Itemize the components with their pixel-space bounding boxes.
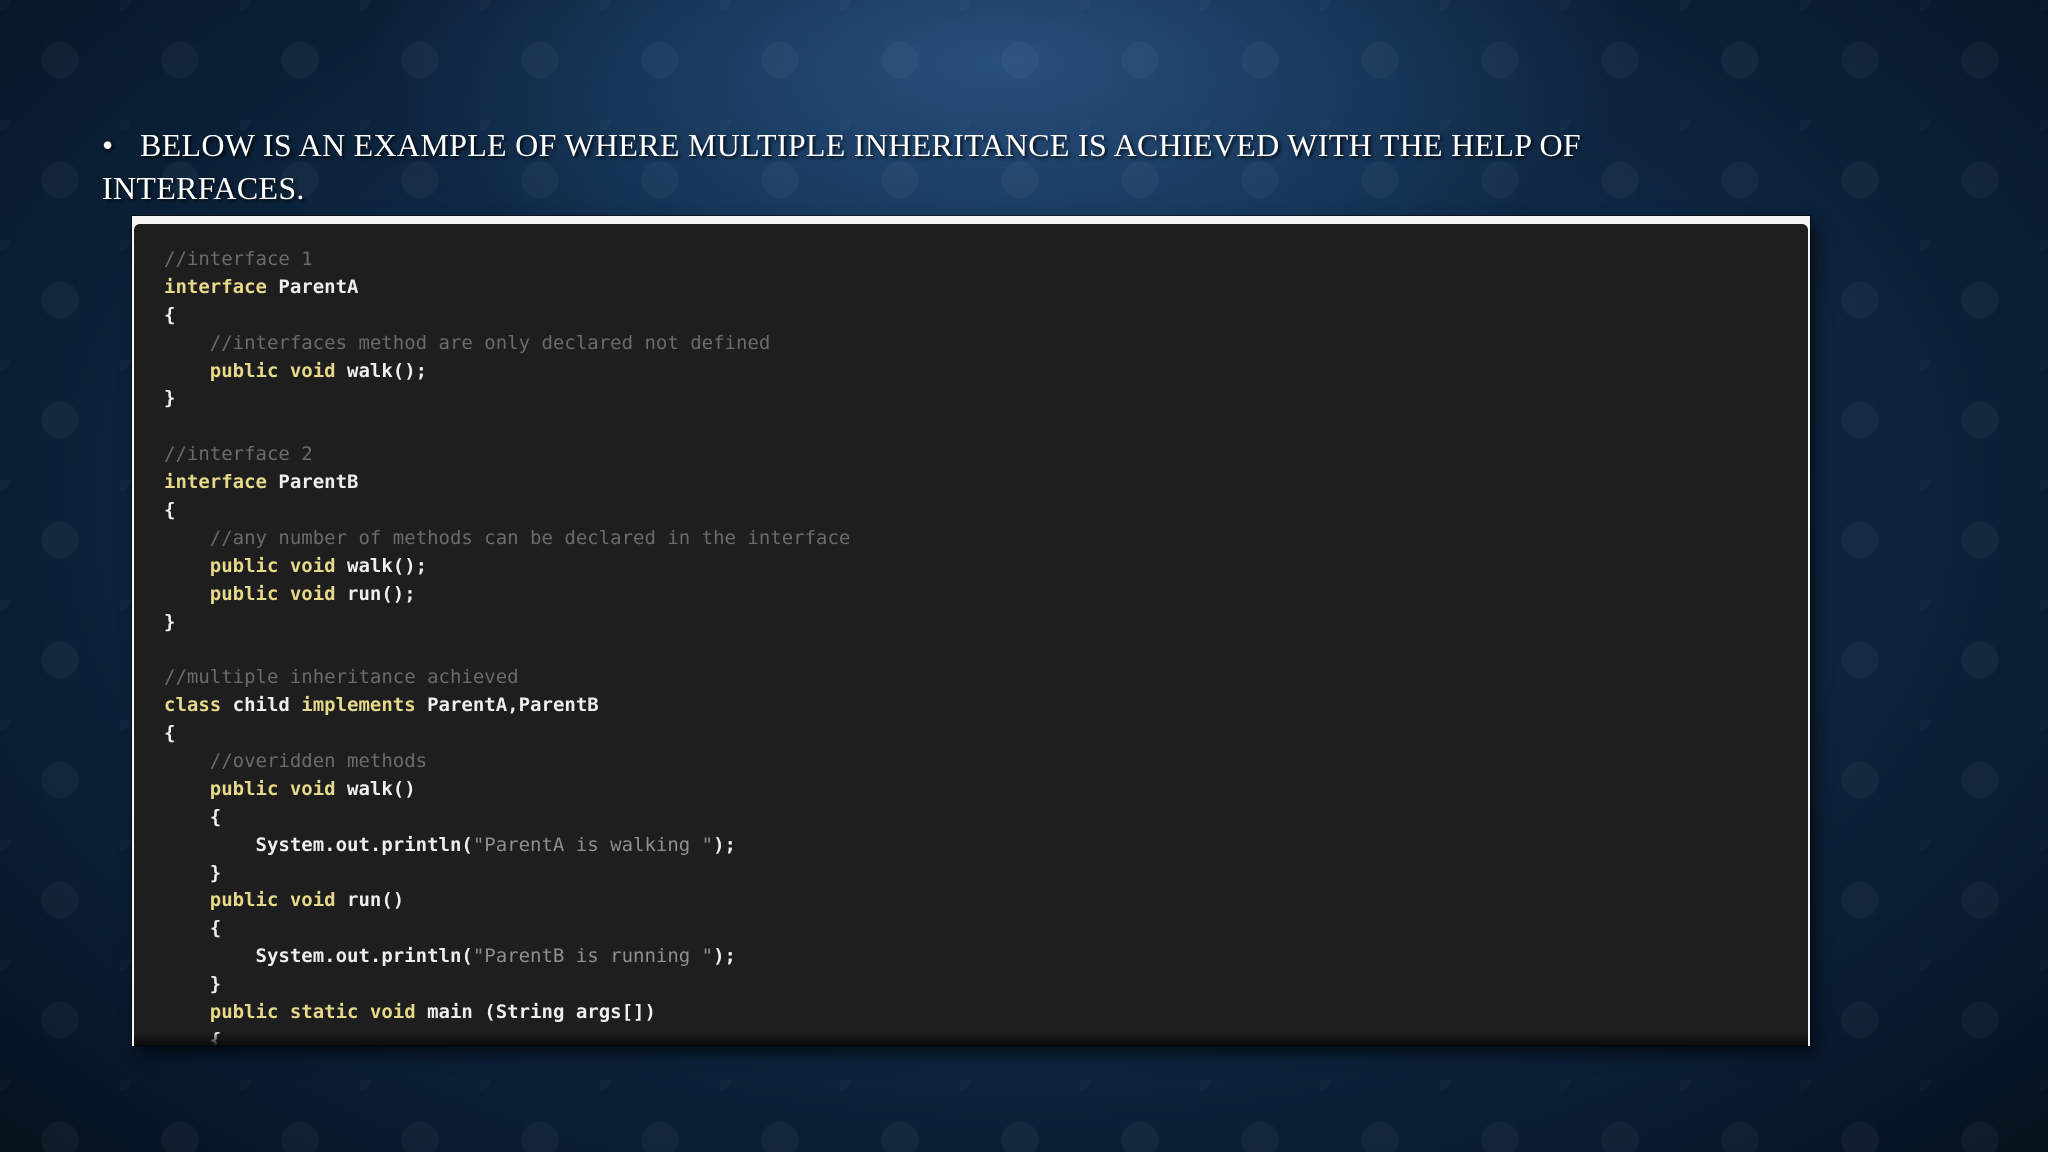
code-keyword: public static void bbox=[209, 1001, 416, 1024]
code-text: System.out.println( bbox=[164, 945, 473, 968]
code-text: walk(); bbox=[335, 359, 428, 382]
code-line: //interface 1 bbox=[164, 246, 850, 274]
code-line: } bbox=[164, 860, 850, 888]
code-keyword: implements bbox=[301, 694, 416, 717]
code-text: { bbox=[164, 805, 222, 828]
slide-bullet-text: • BELOW IS AN EXAMPLE OF WHERE MULTIPLE I… bbox=[102, 124, 1702, 210]
code-line: //multiple inheritance achieved bbox=[164, 664, 850, 692]
bullet-text-line-2: INTERFACES. bbox=[102, 170, 305, 206]
code-screenshot-frame: //interface 1 interface ParentA{ //interf… bbox=[132, 216, 1810, 1046]
code-keyword: interface bbox=[164, 471, 267, 494]
code-line: //interface 2 bbox=[164, 441, 850, 469]
code-text: { bbox=[164, 303, 176, 326]
bullet-symbol: • bbox=[102, 127, 114, 163]
code-comment: //any number of methods can be declared … bbox=[209, 526, 851, 549]
code-line: } bbox=[164, 385, 850, 413]
code-keyword: public void bbox=[209, 554, 336, 577]
code-keyword: public void bbox=[209, 889, 336, 912]
code-line: public static void main (String args[]) bbox=[164, 999, 850, 1027]
code-text: child bbox=[221, 694, 302, 717]
code-line: public void run(); bbox=[164, 581, 850, 609]
code-text: { bbox=[164, 722, 176, 745]
code-line: { bbox=[164, 915, 850, 943]
code-text: ); bbox=[713, 833, 736, 856]
code-text: { bbox=[164, 917, 222, 940]
code-text: } bbox=[164, 387, 176, 410]
code-panel: //interface 1 interface ParentA{ //interf… bbox=[134, 224, 1808, 1046]
code-line: } bbox=[164, 609, 850, 637]
code-comment: //interface 1 bbox=[164, 248, 313, 270]
code-line: { bbox=[164, 804, 850, 832]
code-line: } bbox=[164, 971, 850, 999]
code-text: ); bbox=[713, 945, 736, 968]
code-line: class child implements ParentA,ParentB bbox=[164, 692, 850, 720]
code-text: } bbox=[164, 861, 222, 884]
bullet-line-1: • BELOW IS AN EXAMPLE OF WHERE MULTIPLE I… bbox=[102, 124, 1702, 167]
code-line: System.out.println("ParentA is walking "… bbox=[164, 832, 850, 860]
code-cutoff-shadow bbox=[134, 1032, 1808, 1046]
code-line: System.out.println("ParentB is running "… bbox=[164, 943, 850, 971]
bullet-text-line-1: BELOW IS AN EXAMPLE OF WHERE MULTIPLE IN… bbox=[140, 127, 1581, 163]
code-line: interface ParentA bbox=[164, 274, 850, 302]
code-text: } bbox=[164, 973, 222, 996]
code-text: walk() bbox=[335, 777, 416, 800]
code-line: public void walk() bbox=[164, 776, 850, 804]
code-line: public void walk(); bbox=[164, 358, 850, 386]
code-comment: //multiple inheritance achieved bbox=[164, 666, 519, 689]
code-line: { bbox=[164, 497, 850, 525]
code-text: main (String args[]) bbox=[415, 1001, 656, 1024]
code-keyword: public void bbox=[209, 777, 336, 800]
code-line: { bbox=[164, 302, 850, 330]
code-line: //interfaces method are only declared no… bbox=[164, 330, 850, 358]
code-line: { bbox=[164, 720, 850, 748]
code-text: } bbox=[164, 610, 176, 633]
code-text: { bbox=[164, 499, 176, 522]
code-text: System.out.println( bbox=[164, 833, 473, 856]
code-text: run() bbox=[335, 889, 405, 912]
code-text: ParentA,ParentB bbox=[415, 694, 599, 717]
code-keyword: public void bbox=[209, 359, 336, 382]
code-line: interface ParentB bbox=[164, 469, 850, 497]
code-keyword: class bbox=[164, 694, 222, 717]
code-line: //overidden methods bbox=[164, 748, 850, 776]
code-text: ParentA bbox=[266, 275, 359, 298]
code-text: walk(); bbox=[335, 554, 428, 577]
code-keyword: interface bbox=[164, 275, 267, 298]
code-line: public void run() bbox=[164, 887, 850, 915]
code-keyword: public void bbox=[209, 582, 336, 605]
code-line: //any number of methods can be declared … bbox=[164, 525, 851, 553]
code-comment: //overidden methods bbox=[209, 750, 428, 773]
code-line: public void walk(); bbox=[164, 553, 850, 581]
code-block: //interface 1 interface ParentA{ //interf… bbox=[164, 246, 850, 1046]
code-comment: //interfaces method are only declared no… bbox=[209, 331, 771, 354]
code-string: "ParentB is running " bbox=[472, 945, 714, 968]
code-text: ParentB bbox=[266, 471, 359, 494]
code-comment: //interface 2 bbox=[164, 443, 313, 466]
code-string: "ParentA is walking " bbox=[472, 833, 714, 856]
code-text: run(); bbox=[335, 582, 416, 605]
